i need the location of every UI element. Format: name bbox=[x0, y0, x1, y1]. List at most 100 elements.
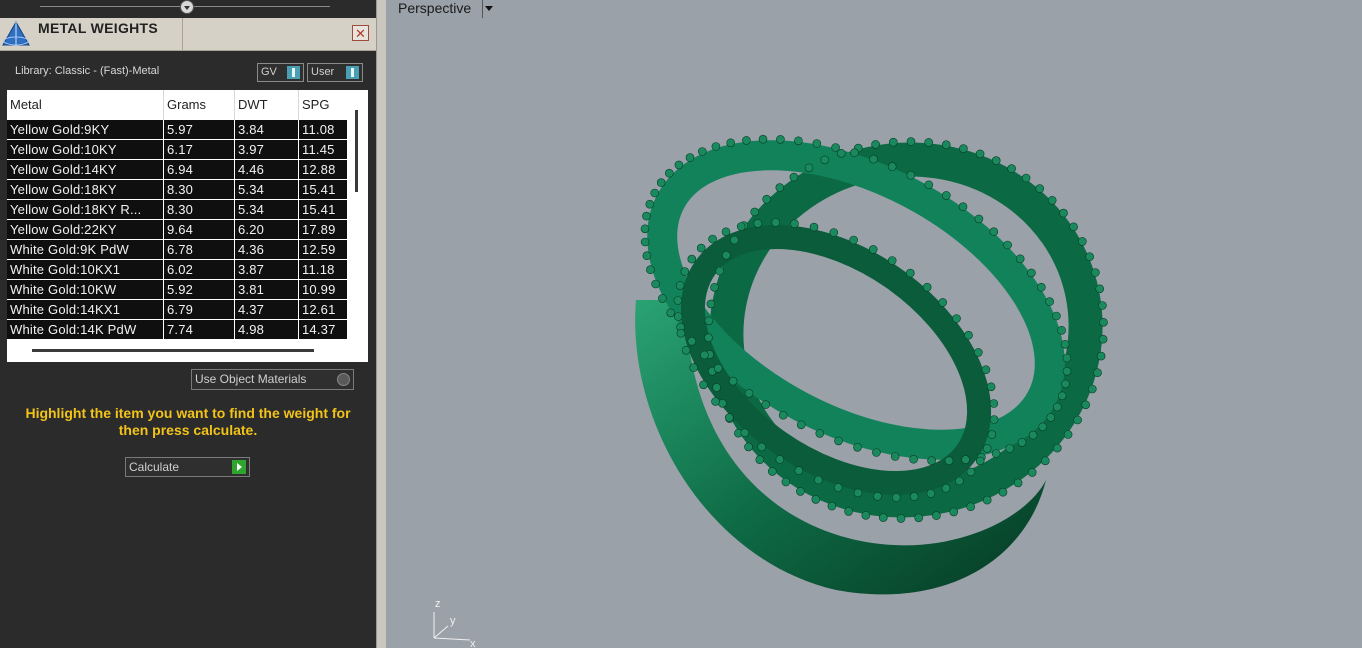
ring-bead bbox=[973, 348, 983, 357]
cell-spg: 15.41 bbox=[302, 202, 336, 217]
ring-bead bbox=[998, 487, 1008, 497]
calculate-button[interactable]: Calculate bbox=[125, 457, 250, 477]
cell-spg: 15.41 bbox=[302, 182, 336, 197]
ring-bead bbox=[869, 154, 878, 164]
ring-bead bbox=[926, 489, 936, 498]
ring-bead bbox=[767, 467, 777, 476]
cell-spg: 17.89 bbox=[302, 222, 336, 237]
user-toggle[interactable]: User bbox=[307, 63, 363, 82]
ring-bead bbox=[687, 254, 697, 264]
viewport-tab[interactable]: Perspective bbox=[386, 0, 494, 18]
table-row[interactable]: White Gold:9K PdW 6.78 4.36 12.59 bbox=[7, 240, 347, 260]
ring-bead bbox=[853, 488, 863, 498]
ring-bead bbox=[651, 279, 660, 289]
ring-bead bbox=[1081, 400, 1091, 410]
ring-bead bbox=[1027, 268, 1036, 278]
ring-bead bbox=[927, 456, 936, 465]
cell-spg: 12.61 bbox=[302, 302, 336, 317]
ring-bead bbox=[715, 266, 725, 276]
metal-weights-panel: METAL WEIGHTS ✕ Library: Classic - (Fast… bbox=[0, 0, 376, 648]
ring-bead bbox=[708, 234, 717, 244]
table-row[interactable]: Yellow Gold:22KY 9.64 6.20 17.89 bbox=[7, 220, 347, 240]
ring-bead bbox=[658, 294, 667, 303]
ring-bead bbox=[706, 299, 716, 309]
ring-bead bbox=[975, 149, 985, 159]
ring-bead bbox=[713, 363, 723, 373]
perspective-viewport[interactable]: Perspective z y x bbox=[386, 0, 1362, 648]
vertical-scrollbar[interactable] bbox=[355, 110, 358, 192]
ring-bead bbox=[666, 308, 676, 318]
ring-bead bbox=[1005, 444, 1015, 453]
ring-bead bbox=[906, 137, 916, 146]
ring-bead bbox=[697, 147, 707, 156]
ring-bead bbox=[991, 449, 1001, 458]
ring-bead bbox=[650, 188, 660, 198]
ring-bead bbox=[991, 156, 1001, 165]
column-header-metal[interactable]: Metal bbox=[7, 90, 164, 120]
table-row[interactable]: White Gold:10KX1 6.02 3.87 11.18 bbox=[7, 260, 347, 280]
panel-splitter[interactable] bbox=[376, 0, 386, 648]
ring-bead bbox=[964, 330, 973, 340]
cell-dwt: 3.81 bbox=[235, 280, 299, 300]
cell-grams: 6.78 bbox=[164, 240, 235, 260]
ring-bead bbox=[728, 376, 738, 386]
table-row[interactable]: White Gold:14K PdW 7.74 4.98 14.37 bbox=[7, 320, 347, 340]
ring-bead bbox=[645, 199, 655, 209]
ring-bead bbox=[989, 227, 999, 236]
column-header-grams[interactable]: Grams bbox=[164, 90, 235, 120]
table-row[interactable]: Yellow Gold:18KY R... 8.30 5.34 15.41 bbox=[7, 200, 347, 220]
library-label: Library: Classic - (Fast)-Metal bbox=[15, 65, 160, 77]
ring-bead bbox=[676, 328, 686, 338]
ring-bead bbox=[850, 148, 859, 157]
dropdown-arrow-icon[interactable] bbox=[482, 0, 495, 18]
column-header-spg[interactable]: SPG bbox=[299, 90, 347, 120]
ring-bead bbox=[1021, 173, 1031, 183]
table-row[interactable]: Yellow Gold:14KY 6.94 4.46 12.88 bbox=[7, 160, 347, 180]
table-row[interactable]: White Gold:14KX1 6.79 4.37 12.61 bbox=[7, 300, 347, 320]
ring-bead bbox=[640, 237, 650, 247]
column-header-dwt[interactable]: DWT bbox=[235, 90, 299, 120]
ring-bead bbox=[1052, 443, 1062, 453]
axis-indicator-icon: z y x bbox=[433, 598, 476, 648]
ring-model[interactable] bbox=[386, 0, 1362, 648]
ring-bead bbox=[887, 162, 897, 171]
table-row[interactable]: White Gold:10KW 5.92 3.81 10.99 bbox=[7, 280, 347, 300]
close-button[interactable]: ✕ bbox=[352, 25, 369, 41]
ring-bead bbox=[794, 136, 803, 146]
ring-bead bbox=[681, 345, 691, 355]
cell-dwt: 4.46 bbox=[235, 160, 299, 180]
table-row[interactable]: Yellow Gold:10KY 6.17 3.97 11.45 bbox=[7, 140, 347, 160]
ring-bead bbox=[989, 415, 999, 424]
cell-dwt: 3.87 bbox=[235, 260, 299, 280]
cell-dwt: 4.98 bbox=[235, 320, 299, 340]
panel-slider-thumb[interactable] bbox=[180, 0, 194, 14]
ring-bead bbox=[675, 281, 685, 290]
calculate-label: Calculate bbox=[129, 460, 180, 474]
cell-dwt: 6.20 bbox=[235, 220, 299, 240]
use-object-materials-toggle[interactable]: Use Object Materials bbox=[191, 369, 354, 390]
ring-bead bbox=[811, 495, 821, 504]
ring-bead bbox=[776, 135, 785, 144]
ring-bead bbox=[762, 194, 772, 204]
ring-bead bbox=[721, 227, 731, 237]
ring-bead bbox=[982, 495, 992, 505]
viewport-label: Perspective bbox=[398, 0, 472, 16]
ring-bead bbox=[891, 493, 901, 502]
ring-bead bbox=[809, 222, 819, 232]
ring-bead bbox=[710, 282, 719, 292]
cell-grams: 9.64 bbox=[164, 220, 235, 240]
ring-bead bbox=[775, 183, 785, 192]
ring-bead bbox=[685, 153, 695, 162]
gv-toggle-label: GV bbox=[261, 66, 277, 78]
ring-bead bbox=[794, 466, 804, 475]
ring-bead bbox=[873, 491, 882, 501]
ring-bead bbox=[740, 428, 750, 438]
play-arrow-icon bbox=[232, 460, 246, 474]
table-row[interactable]: Yellow Gold:9KY 5.97 3.84 11.08 bbox=[7, 120, 347, 140]
table-row[interactable]: Yellow Gold:18KY 8.30 5.34 15.41 bbox=[7, 180, 347, 200]
ring-bead bbox=[868, 245, 878, 254]
ring-bead bbox=[1015, 254, 1025, 264]
horizontal-scrollbar[interactable] bbox=[32, 349, 314, 352]
gv-toggle[interactable]: GV bbox=[257, 63, 304, 82]
instruction-text: Highlight the item you want to find the … bbox=[25, 405, 351, 438]
